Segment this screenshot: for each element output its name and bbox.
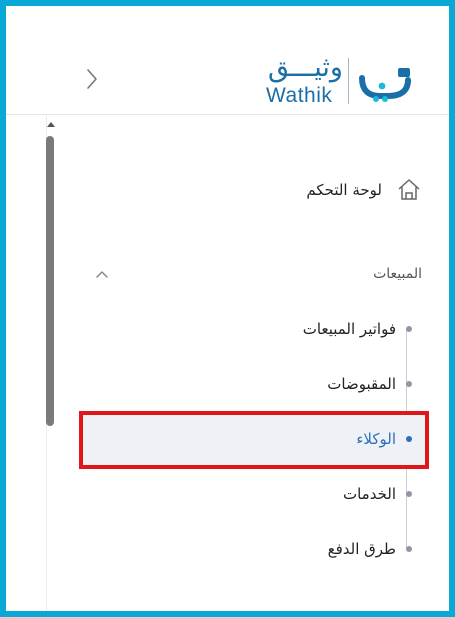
wathik-logo: وثيـــق Wathik	[264, 52, 420, 108]
chevron-up-icon	[96, 271, 108, 278]
nav-services[interactable]: الخدمات	[226, 479, 418, 509]
sidebar-panel: وثيـــق Wathik لوحة التحكم المبيعات فوات…	[6, 6, 449, 611]
nav-receipts[interactable]: المقبوضات	[226, 369, 418, 399]
logo-mark-icon	[359, 68, 411, 102]
chevron-right-icon	[87, 69, 97, 89]
nav-payment-methods[interactable]: طرق الدفع	[226, 534, 418, 564]
submenu-item-label: الخدمات	[342, 485, 396, 503]
bullet-dot-icon	[406, 546, 412, 552]
nav-dashboard[interactable]: لوحة التحكم	[226, 172, 422, 208]
scrollbar-thumb[interactable]	[46, 136, 54, 426]
logo-separator	[348, 58, 349, 104]
header-divider	[6, 114, 449, 115]
submenu-item-label: طرق الدفع	[327, 540, 396, 558]
nav-dashboard-label: لوحة التحكم	[306, 181, 382, 199]
scroll-up-arrow-icon[interactable]	[47, 122, 55, 127]
nav-sales-invoices[interactable]: فواتير المبيعات	[226, 314, 418, 344]
submenu-item-label: المقبوضات	[327, 375, 396, 393]
highlight-annotation-box	[79, 411, 429, 469]
nav-sales-label: المبيعات	[373, 266, 422, 282]
bullet-dot-icon	[406, 326, 412, 332]
home-icon	[398, 179, 420, 200]
submenu-item-label: فواتير المبيعات	[302, 320, 396, 338]
bullet-dot-icon	[406, 491, 412, 497]
logo-arabic-text: وثيـــق	[268, 52, 343, 83]
expand-sidebar-button[interactable]	[82, 64, 102, 94]
logo-english-text: Wathik	[266, 84, 333, 107]
nav-sales-section[interactable]: المبيعات	[86, 260, 422, 288]
bullet-dot-icon	[406, 381, 412, 387]
